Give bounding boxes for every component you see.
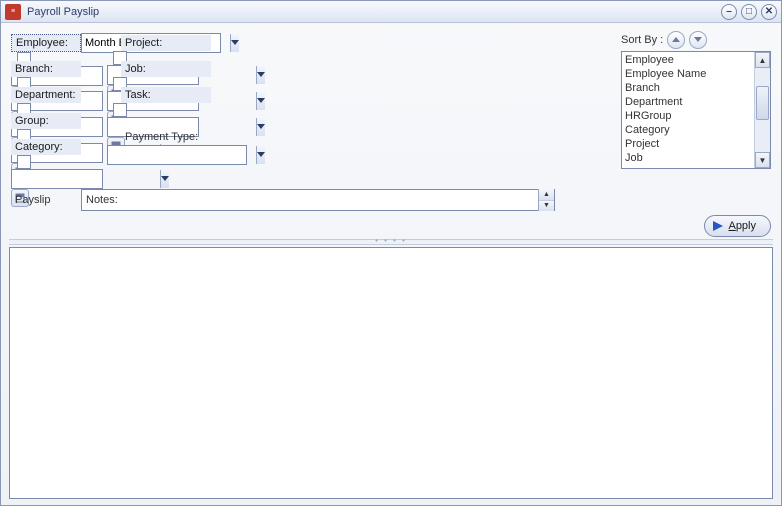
play-icon [713, 221, 723, 231]
notes-spin-up[interactable]: ▲ [539, 189, 554, 201]
label-group: Group: [11, 113, 81, 129]
close-button[interactable]: ✕ [761, 4, 777, 20]
scroll-up-button[interactable]: ▲ [755, 52, 770, 68]
sort-item-category[interactable]: Category [625, 123, 751, 137]
label-category: Category: [11, 139, 81, 155]
chevron-down-icon [257, 98, 265, 104]
apply-row: Apply [1, 211, 781, 239]
dropdown-button-payment-type[interactable] [256, 146, 265, 164]
input-payment-type[interactable] [108, 146, 256, 164]
chevron-down-icon [257, 124, 265, 130]
window-controls: – □ ✕ [721, 4, 777, 20]
sortby-label: Sort By : [621, 34, 663, 46]
sort-item-employee[interactable]: Employee [625, 53, 751, 67]
apply-button[interactable]: Apply [704, 215, 771, 237]
notes-box[interactable]: Notes: ▲ ▼ [81, 189, 555, 211]
sortby-panel: Sort By : EmployeeEmployee NameBranchDep… [621, 31, 771, 211]
chevron-up-icon [672, 37, 680, 43]
process-dropdown-button[interactable] [230, 34, 239, 52]
sort-item-hrgroup[interactable]: HRGroup [625, 109, 751, 123]
notes-spinner: ▲ ▼ [538, 189, 554, 211]
sort-desc-button[interactable] [689, 31, 707, 49]
sort-item-branch[interactable]: Branch [625, 81, 751, 95]
payroll-payslip-window: ≡ Payroll Payslip – □ ✕ Process: Employe… [0, 0, 782, 506]
sort-item-job[interactable]: Job [625, 151, 751, 165]
label-project: Project: [121, 35, 211, 51]
horizontal-splitter[interactable] [9, 239, 773, 245]
combo-payment-type[interactable] [107, 145, 247, 165]
chevron-down-icon [231, 40, 239, 46]
combo-category[interactable] [11, 169, 103, 189]
label-department: Department: [11, 87, 81, 103]
chevron-down-icon [257, 72, 265, 78]
sort-asc-button[interactable] [667, 31, 685, 49]
dropdown-button-category[interactable] [160, 170, 169, 188]
sort-item-department[interactable]: Department [625, 95, 751, 109]
notes-spin-down[interactable]: ▼ [539, 201, 554, 212]
payslip-notes-row: Payslip Notes: ▲ ▼ [11, 189, 611, 211]
titlebar: ≡ Payroll Payslip – □ ✕ [1, 1, 781, 23]
window-title: Payroll Payslip [27, 6, 99, 18]
sort-item-employee-name[interactable]: Employee Name [625, 67, 751, 81]
chevron-down-icon [161, 176, 169, 182]
dropdown-button-task[interactable] [256, 118, 265, 136]
scroll-thumb[interactable] [756, 86, 769, 120]
filter-row-category: Category: [11, 161, 611, 185]
chevron-down-icon [257, 152, 265, 158]
chevron-down-icon [694, 37, 702, 43]
checkbox-task[interactable] [113, 103, 127, 117]
sortby-scrollbar[interactable]: ▲ ▼ [754, 52, 770, 168]
payslip-label: Payslip [11, 192, 81, 208]
results-panel [9, 247, 773, 499]
apply-label: Apply [728, 220, 756, 232]
sort-item-project[interactable]: Project [625, 137, 751, 151]
scroll-track[interactable] [755, 68, 770, 152]
minimize-button[interactable]: – [721, 4, 737, 20]
label-job: Job: [121, 61, 211, 77]
app-icon: ≡ [5, 4, 21, 20]
filters-area: Process: Employee:Project:Branch:Job:Dep… [11, 31, 611, 211]
input-category[interactable] [12, 170, 160, 188]
label-employee: Employee: [11, 34, 81, 52]
checkbox-category[interactable] [17, 155, 31, 169]
notes-inner-label: Notes: [82, 194, 122, 206]
maximize-button[interactable]: □ [741, 4, 757, 20]
label-payment-type: Payment Type: [121, 129, 211, 145]
sortby-listbox[interactable]: EmployeeEmployee NameBranchDepartmentHRG… [621, 51, 771, 169]
label-task: Task: [121, 87, 211, 103]
label-branch: Branch: [11, 61, 81, 77]
scroll-down-button[interactable]: ▼ [755, 152, 770, 168]
dropdown-button-job[interactable] [256, 92, 265, 110]
dropdown-button-project[interactable] [256, 66, 265, 84]
filter-panel: Process: Employee:Project:Branch:Job:Dep… [1, 23, 781, 211]
